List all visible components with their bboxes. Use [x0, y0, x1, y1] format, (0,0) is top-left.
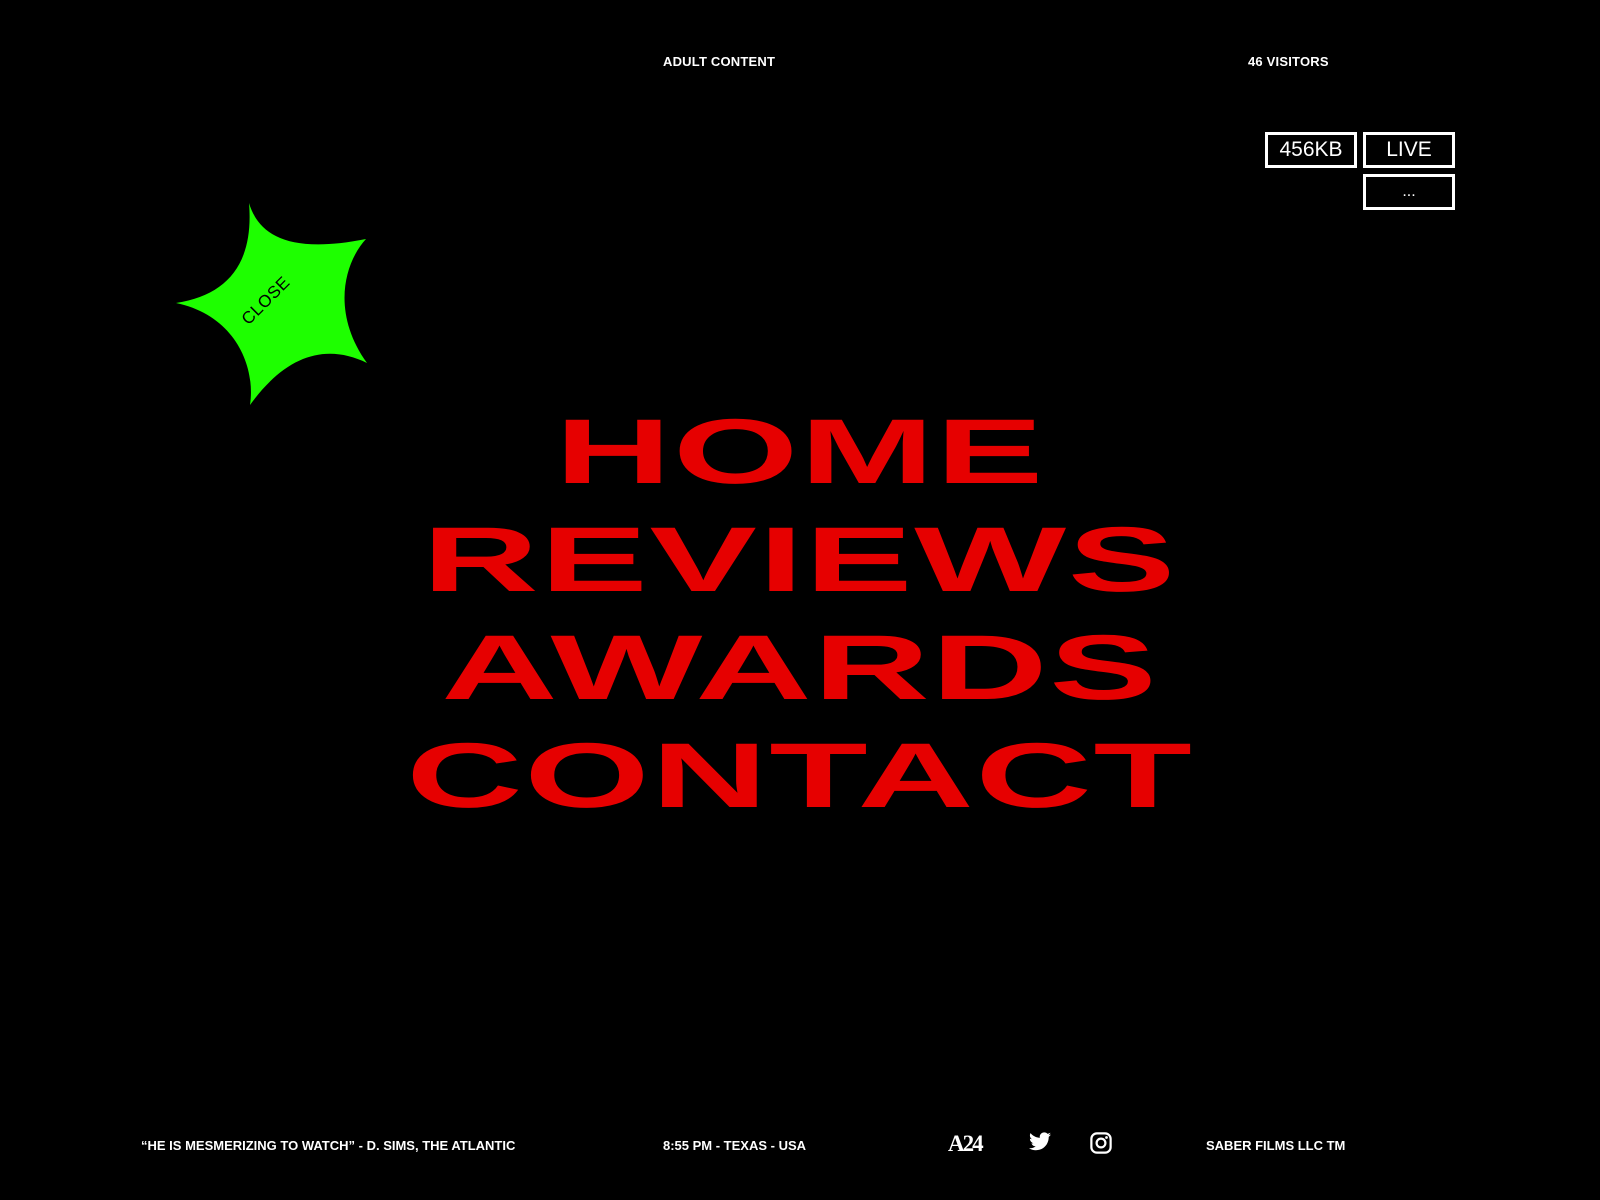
nav-awards[interactable]: AWARDS	[441, 614, 1158, 722]
instagram-icon[interactable]	[1090, 1132, 1112, 1159]
nav-home[interactable]: HOME	[555, 398, 1045, 506]
live-button[interactable]: LIVE	[1363, 132, 1455, 168]
review-quote: “HE IS MESMERIZING TO WATCH” - D. SIMS, …	[141, 1138, 516, 1153]
a24-logo[interactable]: A24	[948, 1131, 984, 1157]
nav-reviews[interactable]: REVIEWS	[423, 506, 1178, 614]
company-name: SABER FILMS LLC TM	[1206, 1138, 1346, 1153]
main-nav: HOME REVIEWS AWARDS CONTACT	[0, 398, 1600, 830]
local-time: 8:55 PM - TEXAS - USA	[663, 1138, 807, 1153]
visitors-counter: 46 VISITORS	[1248, 54, 1329, 69]
twitter-icon[interactable]	[1029, 1132, 1051, 1156]
more-button[interactable]: ...	[1363, 174, 1455, 210]
close-button[interactable]: CLOSE	[176, 203, 368, 405]
nav-contact[interactable]: CONTACT	[406, 722, 1193, 830]
page-size-badge: 456KB	[1265, 132, 1357, 168]
adult-content-link[interactable]: ADULT CONTENT	[663, 54, 775, 69]
